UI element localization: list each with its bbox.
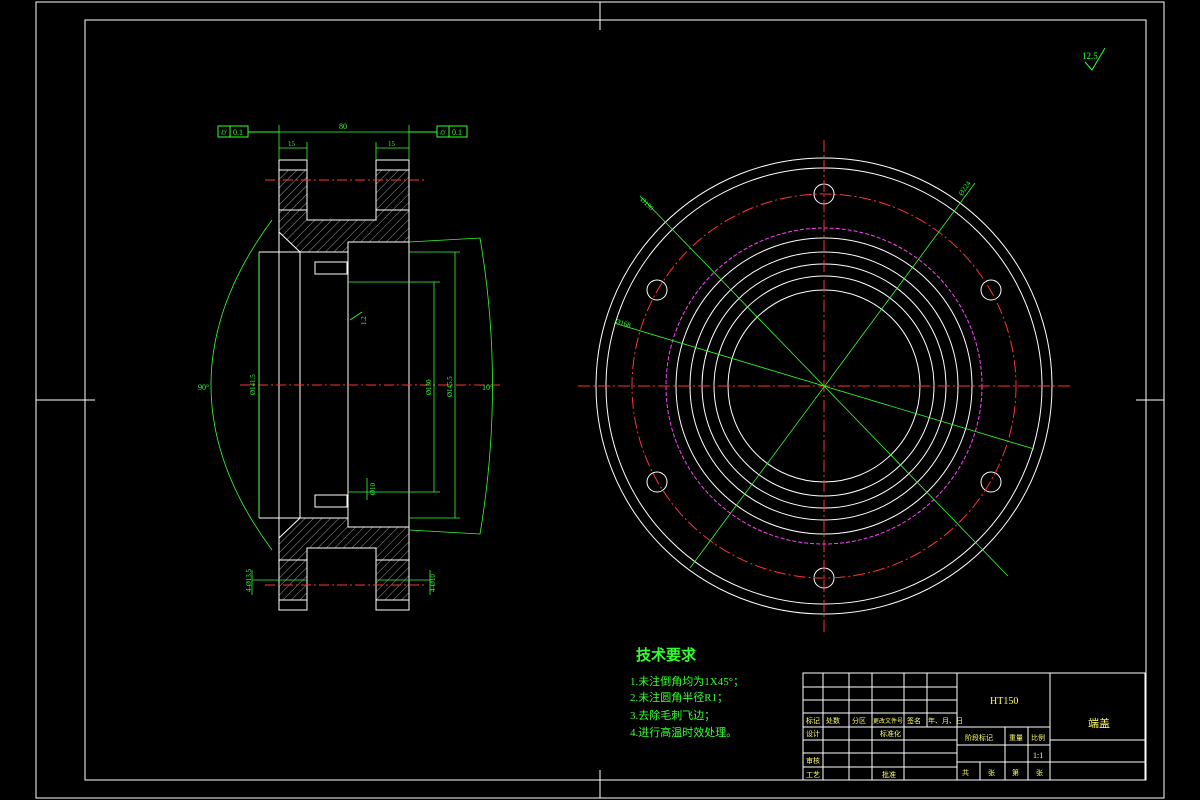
dim-bolt-circle: Ø190 [639,196,656,213]
dim-overall-width: 80 [339,122,347,131]
sheets-unit-a: 张 [988,768,995,777]
sheets-current: 第 [1012,768,1019,777]
tolerance-right-symbol: ⌭ [440,128,446,137]
roughness-value: 12.5 [1082,51,1098,61]
dim-diameter-c: Ø145.5 [446,376,454,397]
tech-title: 技术要求 [636,646,697,664]
scale-label: 比例 [1031,733,1045,742]
standardization: 标准化 [880,729,901,738]
tolerance-right-value: 0.1 [452,128,462,137]
end-view: Ø190 Ø224 Ø168 [578,140,1070,634]
header-count: 处数 [826,716,840,725]
header-sign: 签名 [907,716,921,725]
row-process: 工艺 [806,771,820,779]
dim-diameter-a: Ø141.5 [249,374,257,395]
dim-diameter-b: Ø130 [425,379,433,395]
sheets-total: 共 [962,768,969,777]
tech-requirements: 技术要求 1.未注倒角均为1X45°； 2.未注圆角半径R1； 3.去除毛刺飞边… [630,646,744,739]
row-design: 设计 [806,729,820,738]
roughness-symbol: 12.5 [1082,47,1106,71]
sheet-border [35,1,1165,799]
header-date: 年、月、日 [928,716,963,725]
tech-item-4: 4.进行高温时效处理。 [630,725,737,739]
section-view: ⌭ 0.1 ⌭ 0.1 80 15 15 Ø141.5 Ø130 Ø145.5 … [198,122,500,611]
dim-chamfer: 1.2 [360,316,368,325]
row-review: 审核 [806,756,820,765]
material: HT150 [990,696,1018,707]
approve: 批准 [882,770,896,779]
dim-angle-left: 90° [198,383,209,392]
header-zone: 分区 [852,716,866,725]
stage-mark: 阶段标记 [965,733,993,742]
tech-item-2: 2.未注圆角半径R1； [630,690,728,704]
dim-angle-right: 10° [482,383,493,392]
tolerance-left-value: 0.1 [233,128,243,137]
scale: 1:1 [1033,751,1043,760]
dim-hole-depth: Ø10 [369,482,377,495]
header-change-file: 更改文件号 [873,717,903,725]
dim-right-flange: 15 [388,140,396,148]
tolerance-frame-left [217,125,279,138]
dim-hole-right: 4-Ø10 [429,574,437,592]
part-name: 端盖 [1088,716,1110,730]
cad-drawing-sheet: 12.5 ⌭ 0.1 ⌭ 0.1 80 15 15 Ø141.5 Ø130 Ø1… [35,1,1165,799]
tech-item-1: 1.未注倒角均为1X45°； [630,674,744,688]
weight: 重量 [1009,734,1023,742]
section-bottom [278,517,410,601]
tolerance-left-symbol: ⌭ [221,128,227,137]
header-mark: 标记 [806,716,820,725]
tech-item-3: 3.去除毛刺飞边； [630,708,715,722]
dim-left-flange: 15 [288,140,296,148]
dim-inner: Ø168 [614,317,632,329]
section-top [278,169,410,253]
dim-hole-left: 4-Ø13.5 [245,568,253,592]
dim-outer: Ø224 [957,179,973,197]
sheets-unit-b: 张 [1036,768,1043,777]
